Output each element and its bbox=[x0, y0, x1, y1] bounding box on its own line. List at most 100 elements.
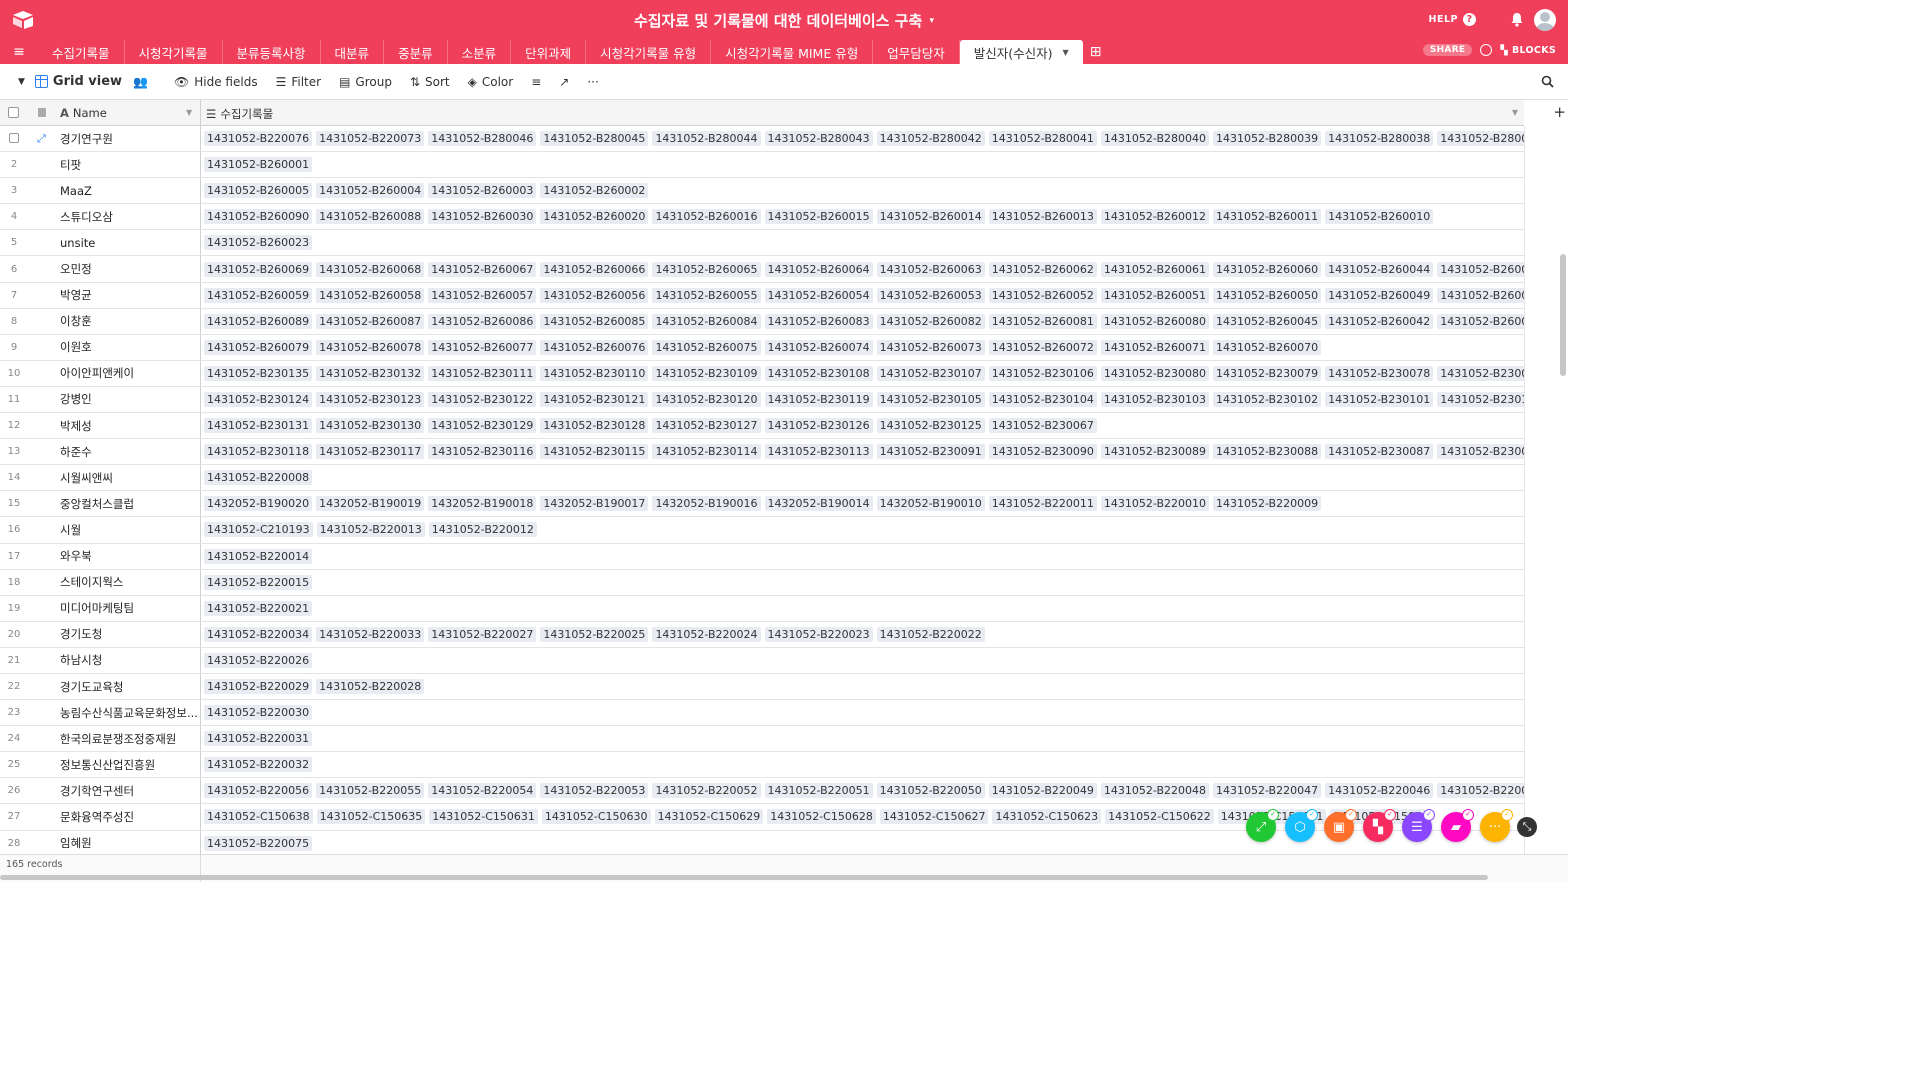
linked-record-chip[interactable]: 1431052-B220021 bbox=[204, 600, 313, 616]
block-button-list[interactable]: ☰ ✓ bbox=[1402, 809, 1435, 842]
linked-record-chip[interactable]: 1431052-B280044 bbox=[652, 131, 761, 147]
linked-record-chip[interactable]: 1431052-B260002 bbox=[540, 183, 649, 199]
linked-record-chip[interactable]: 1431052-B230116 bbox=[428, 444, 537, 460]
linked-record-chip[interactable]: 1431052-B280037 bbox=[1437, 131, 1524, 147]
linked-record-chip[interactable]: 1431052-B260072 bbox=[988, 339, 1097, 355]
sort-button[interactable]: ⇅ Sort bbox=[410, 75, 450, 89]
linked-record-chip[interactable]: 1431052-B220028 bbox=[316, 679, 425, 695]
table-row[interactable]: 26 경기학연구센터 1431052-B220056 1431052-B220055 1… bbox=[0, 778, 1524, 805]
linked-record-chip[interactable]: 1431052-B280040 bbox=[1100, 131, 1209, 147]
block-button-shapes[interactable]: ⬡ ✓ bbox=[1285, 809, 1318, 842]
linked-record-chip[interactable]: 1431052-B230132 bbox=[316, 365, 425, 381]
linked-record-chip[interactable]: 1431052-B230127 bbox=[652, 418, 761, 434]
linked-record-chip[interactable]: 1431052-B280038 bbox=[1325, 131, 1434, 147]
linked-records-cell[interactable]: 1431052-B220029 1431052-B220028 bbox=[204, 679, 1524, 695]
linked-record-chip[interactable]: 1431052-C150635 bbox=[316, 809, 426, 825]
linked-record-chip[interactable]: 1431052-B280041 bbox=[988, 131, 1097, 147]
linked-record-chip[interactable]: 1431052-B230077 bbox=[1437, 365, 1524, 381]
linked-record-chip[interactable]: 1431052-B220056 bbox=[204, 783, 313, 799]
linked-record-chip[interactable]: 1431052-B260052 bbox=[988, 287, 1097, 303]
linked-record-chip[interactable]: 1431052-B220048 bbox=[1100, 783, 1209, 799]
table-row[interactable]: 21 하남시청 1431052-B220026 bbox=[0, 647, 1524, 674]
linked-records-cell[interactable]: 1431052-B230124 1431052-B230123 1431052-B2… bbox=[204, 391, 1524, 407]
linked-record-chip[interactable]: 1431052-B260012 bbox=[1100, 209, 1209, 225]
linked-record-chip[interactable]: 1431052-B230125 bbox=[876, 418, 985, 434]
linked-record-chip[interactable]: 1431052-B260040 bbox=[1437, 261, 1524, 277]
linked-record-chip[interactable]: 1431052-B220049 bbox=[988, 783, 1097, 799]
linked-record-chip[interactable]: 1431052-B260078 bbox=[316, 339, 425, 355]
linked-record-chip[interactable]: 1431052-B230115 bbox=[540, 444, 649, 460]
linked-record-chip[interactable]: 1431052-B220054 bbox=[428, 783, 537, 799]
chevron-down-icon[interactable]: ▼ bbox=[1062, 48, 1068, 57]
row-height-icon[interactable]: ≡ bbox=[531, 75, 541, 89]
linked-field-header[interactable]: ☰ 수집기록물 bbox=[206, 106, 273, 122]
table-row[interactable]: 10 아이안피앤케이 1431052-B230135 1431052-B230132 1… bbox=[0, 360, 1524, 387]
linked-record-chip[interactable]: 1431052-B260090 bbox=[204, 209, 313, 225]
linked-records-cell[interactable]: 1431052-B260090 1431052-B260088 1431052-B2… bbox=[204, 209, 1524, 225]
linked-record-chip[interactable]: 1431052-B220009 bbox=[1212, 496, 1322, 512]
linked-record-chip[interactable]: 1431052-B260068 bbox=[316, 261, 425, 277]
linked-record-chip[interactable]: 1431052-B230131 bbox=[204, 418, 313, 434]
linked-records-cell[interactable]: 1431052-B220030 bbox=[204, 705, 1524, 721]
linked-record-chip[interactable]: 1431052-B230114 bbox=[652, 444, 761, 460]
linked-records-cell[interactable]: 1431052-B220031 bbox=[204, 731, 1524, 747]
table-row[interactable]: 19 미디어마케팅팀 1431052-B220021 bbox=[0, 595, 1524, 622]
linked-record-chip[interactable]: 1431052-B260014 bbox=[876, 209, 985, 225]
linked-record-chip[interactable]: 1431052-B230105 bbox=[876, 391, 985, 407]
linked-record-chip[interactable]: 1431052-B260066 bbox=[540, 261, 649, 277]
block-button-chat[interactable]: ▰ ✓ bbox=[1441, 809, 1474, 842]
linked-record-chip[interactable]: 1431052-B230118 bbox=[204, 444, 313, 460]
linked-record-chip[interactable]: 1431052-B260061 bbox=[1100, 261, 1209, 277]
record-name-cell[interactable]: 스튜디오삼 bbox=[60, 209, 198, 225]
record-name-cell[interactable]: MaaZ bbox=[60, 184, 198, 198]
linked-records-cell[interactable]: 1431052-B220008 bbox=[204, 470, 1524, 486]
linked-record-chip[interactable]: 1431052-B260083 bbox=[764, 313, 873, 329]
linked-records-cell[interactable]: 1431052-B230118 1431052-B230117 1431052-B2… bbox=[204, 444, 1524, 460]
linked-record-chip[interactable]: 1432052-B190016 bbox=[652, 496, 761, 512]
chevron-down-icon[interactable]: ▼ bbox=[186, 108, 192, 117]
table-row[interactable]: 23 농림수산식품교육문화정보... 1431052-B220030 bbox=[0, 700, 1524, 727]
linked-record-chip[interactable]: 1431052-B220045 bbox=[1437, 783, 1524, 799]
record-name-cell[interactable]: 중앙컬처스클럽 bbox=[60, 496, 198, 512]
linked-record-chip[interactable]: 1431052-B230106 bbox=[988, 365, 1097, 381]
expand-record-icon[interactable]: ⤢ bbox=[37, 132, 46, 146]
linked-record-chip[interactable]: 1431052-B230130 bbox=[316, 418, 425, 434]
linked-record-chip[interactable]: 1431052-B230102 bbox=[1212, 391, 1322, 407]
record-name-cell[interactable]: 박제성 bbox=[60, 418, 198, 434]
linked-record-chip[interactable]: 1431052-B220029 bbox=[204, 679, 313, 695]
linked-record-chip[interactable]: 1431052-B220033 bbox=[316, 626, 425, 642]
linked-record-chip[interactable]: 1431052-B230109 bbox=[652, 365, 761, 381]
tab-6[interactable]: 단위과제 bbox=[511, 40, 587, 64]
add-table-icon[interactable]: ⊞ bbox=[1083, 40, 1109, 64]
linked-record-chip[interactable]: 1431052-B260045 bbox=[1212, 313, 1322, 329]
table-row[interactable]: 15 중앙컬처스클럽 1432052-B190020 1432052-B190019 1… bbox=[0, 491, 1524, 518]
blocks-button[interactable]: ▚ BLOCKS bbox=[1500, 45, 1556, 56]
linked-record-chip[interactable]: 1431052-B260057 bbox=[428, 287, 537, 303]
linked-record-chip[interactable]: 1431052-B230117 bbox=[316, 444, 425, 460]
linked-record-chip[interactable]: 1431052-B260079 bbox=[204, 339, 313, 355]
linked-record-chip[interactable]: 1431052-B220050 bbox=[876, 783, 985, 799]
collaborators-icon[interactable]: 👥 bbox=[133, 75, 148, 89]
linked-record-chip[interactable]: 1431052-B220053 bbox=[540, 783, 649, 799]
help-button[interactable]: HELP ? bbox=[1429, 13, 1476, 26]
linked-record-chip[interactable]: 1431052-B220027 bbox=[428, 626, 537, 642]
linked-records-cell[interactable]: 1431052-B260069 1431052-B260068 1431052-B2… bbox=[204, 261, 1524, 277]
linked-record-chip[interactable]: 1431052-B260050 bbox=[1212, 287, 1322, 303]
linked-record-chip[interactable]: 1431052-B230104 bbox=[988, 391, 1097, 407]
linked-record-chip[interactable]: 1431052-B260065 bbox=[652, 261, 761, 277]
linked-record-chip[interactable]: 1431052-B230126 bbox=[764, 418, 873, 434]
linked-record-chip[interactable]: 1431052-B260077 bbox=[428, 339, 537, 355]
linked-record-chip[interactable]: 1431052-B220030 bbox=[204, 705, 313, 721]
linked-record-chip[interactable]: 1431052-B220047 bbox=[1212, 783, 1322, 799]
linked-record-chip[interactable]: 1431052-B220023 bbox=[764, 626, 873, 642]
table-row[interactable]: 17 와우북 1431052-B220014 bbox=[0, 543, 1524, 570]
linked-record-chip[interactable]: 1431052-B230103 bbox=[1100, 391, 1209, 407]
linked-record-chip[interactable]: 1431052-B260013 bbox=[988, 209, 1097, 225]
linked-record-chip[interactable]: 1431052-B220055 bbox=[316, 783, 425, 799]
linked-record-chip[interactable]: 1431052-B220075 bbox=[204, 835, 313, 851]
record-name-cell[interactable]: 이창훈 bbox=[60, 313, 198, 329]
linked-record-chip[interactable]: 1431052-B220026 bbox=[204, 652, 313, 668]
table-row[interactable]: 4 스튜디오삼 1431052-B260090 1431052-B260088 1431… bbox=[0, 204, 1524, 231]
linked-record-chip[interactable]: 1431052-B260016 bbox=[652, 209, 761, 225]
filter-button[interactable]: ☰ Filter bbox=[276, 75, 321, 89]
